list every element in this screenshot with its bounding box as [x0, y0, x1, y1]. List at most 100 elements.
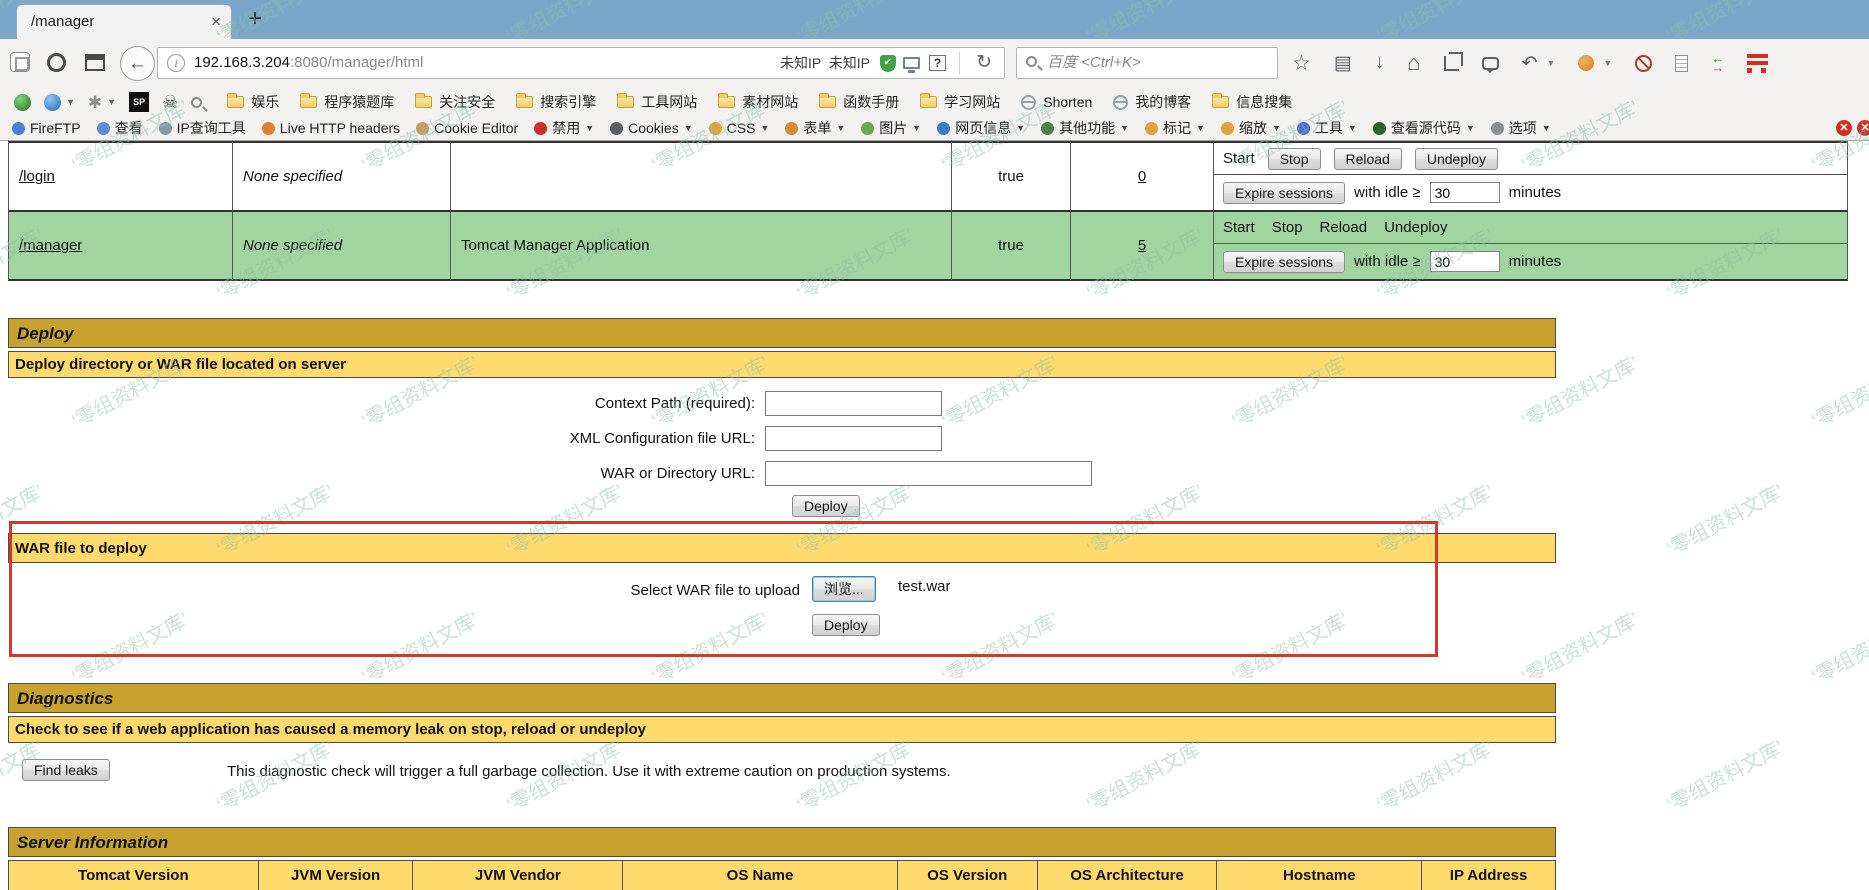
- red-menu-icon[interactable]: [1747, 54, 1768, 73]
- help-icon[interactable]: ?: [929, 55, 946, 71]
- devtool-item[interactable]: 查看源代码▼: [1373, 118, 1475, 138]
- chat-bubble-icon[interactable]: [1482, 57, 1499, 70]
- new-tab-button[interactable]: +: [248, 2, 262, 36]
- bookmark-item[interactable]: 娱乐: [227, 92, 279, 112]
- xml-config-input[interactable]: [765, 426, 942, 451]
- undo-icon[interactable]: ↶: [1522, 52, 1538, 75]
- expire-sessions-button[interactable]: Expire sessions: [1223, 251, 1345, 273]
- bookmarks-panel-icon[interactable]: ▤: [1334, 52, 1352, 75]
- bookmark-item[interactable]: 我的博客: [1113, 92, 1191, 112]
- idle-minutes-input[interactable]: [1430, 182, 1500, 203]
- search-icon: [1026, 56, 1037, 67]
- extension-icon[interactable]: [10, 52, 30, 72]
- bookmark-item[interactable]: Shorten: [1021, 94, 1092, 110]
- window-icon[interactable]: [85, 54, 105, 71]
- idle-label: with idle ≥: [1354, 253, 1421, 270]
- devtool-item[interactable]: Live HTTP headers: [262, 120, 400, 136]
- devtool-item[interactable]: 选项▼: [1491, 118, 1551, 138]
- session-restart-icon[interactable]: [47, 53, 66, 72]
- tab-close-icon[interactable]: ×: [211, 5, 221, 39]
- magnifier-icon[interactable]: [191, 97, 202, 108]
- blue-orb-icon[interactable]: [44, 94, 61, 111]
- app-version: None specified: [233, 212, 451, 281]
- toolbar-close-icon[interactable]: ✕: [1857, 120, 1869, 136]
- devtool-item[interactable]: 缩放▼: [1221, 118, 1281, 138]
- screenshot-crop-icon[interactable]: [1444, 56, 1459, 71]
- folder-icon: [516, 96, 533, 108]
- app-path-link[interactable]: /login: [19, 168, 55, 185]
- idle-minutes-input[interactable]: [1430, 251, 1500, 272]
- search-box[interactable]: [1016, 47, 1278, 79]
- firebug-caret-icon[interactable]: ▼: [1603, 58, 1612, 68]
- browser-tab[interactable]: /manager ×: [16, 4, 232, 39]
- devtool-item[interactable]: 禁用▼: [534, 118, 594, 138]
- back-button[interactable]: ←: [120, 46, 155, 81]
- reload-command: Reload: [1320, 219, 1368, 236]
- bookmark-item[interactable]: 学习网站: [920, 92, 1000, 112]
- bookmark-item[interactable]: 信息搜集: [1212, 92, 1292, 112]
- devtool-item[interactable]: IP查询工具: [159, 118, 246, 138]
- bookmark-item[interactable]: 工具网站: [617, 92, 697, 112]
- undeploy-button[interactable]: Undeploy: [1415, 148, 1498, 170]
- bookmark-label: 函数手册: [843, 92, 899, 112]
- expire-sessions-button[interactable]: Expire sessions: [1223, 182, 1345, 204]
- deploy-war-button[interactable]: Deploy: [812, 614, 880, 636]
- devtool-item[interactable]: FireFTP: [12, 120, 81, 136]
- app-sessions-link[interactable]: 0: [1138, 168, 1146, 185]
- bookmark-item[interactable]: 关注安全: [415, 92, 495, 112]
- app-path-link[interactable]: /manager: [19, 237, 82, 254]
- undo-caret-icon[interactable]: ▼: [1547, 58, 1556, 68]
- download-icon[interactable]: ↓: [1375, 52, 1385, 74]
- devtool-item[interactable]: 其他功能▼: [1041, 118, 1129, 138]
- idle-label: with idle ≥: [1354, 184, 1421, 201]
- orb-caret-icon[interactable]: ▼: [66, 97, 75, 107]
- gear-icon[interactable]: ✱: [88, 94, 102, 111]
- reload-icon[interactable]: ↻: [976, 48, 992, 78]
- url-bar[interactable]: i 192.168.3.204:8080/manager/html 未知IP 未…: [157, 47, 1005, 79]
- war-url-input[interactable]: [765, 461, 1092, 486]
- deploy-button[interactable]: Deploy: [792, 495, 860, 517]
- devtool-item[interactable]: 网页信息▼: [937, 118, 1025, 138]
- green-orb-icon[interactable]: [14, 94, 31, 111]
- browse-button[interactable]: 浏览...: [812, 576, 876, 602]
- devtool-label: Cookies: [628, 120, 679, 136]
- devtool-item[interactable]: Cookie Editor: [416, 120, 518, 136]
- toolbar-close-icon[interactable]: ✕: [1836, 120, 1852, 136]
- bookmark-item[interactable]: 程序猿题库: [300, 92, 394, 112]
- adblock-icon[interactable]: [1635, 55, 1652, 72]
- devbar-items: FireFTP 查看 IP查询工具 Live HTTP headers Cookie E…: [12, 118, 1551, 138]
- app-sessions-link[interactable]: 5: [1138, 237, 1146, 254]
- server-monitor-icon[interactable]: [903, 57, 920, 69]
- devtool-item[interactable]: 图片▼: [861, 118, 921, 138]
- devtool-item[interactable]: Cookies▼: [610, 120, 693, 136]
- tomcat-manager-page: /login None specified true 0 Start Stop …: [0, 141, 1869, 890]
- devtool-item[interactable]: CSS▼: [709, 120, 770, 136]
- notes-page-icon[interactable]: [1675, 55, 1688, 72]
- devtool-item[interactable]: 表单▼: [785, 118, 845, 138]
- bookmark-label: 我的博客: [1135, 92, 1191, 112]
- site-info-icon[interactable]: i: [167, 54, 185, 72]
- proxy-swap-icon[interactable]: ←→: [1711, 54, 1724, 72]
- gear-caret-icon[interactable]: ▼: [107, 97, 116, 107]
- find-leaks-button[interactable]: Find leaks: [22, 759, 110, 781]
- bookmark-item[interactable]: 搜索引擎: [516, 92, 596, 112]
- skull-icon[interactable]: ☠: [162, 93, 178, 111]
- bookmark-star-icon[interactable]: ☆: [1292, 51, 1311, 76]
- devtool-item[interactable]: 查看: [97, 118, 143, 138]
- bookmark-label: 信息搜集: [1236, 92, 1292, 112]
- shield-icon[interactable]: ✔: [880, 55, 896, 72]
- context-path-input[interactable]: [765, 391, 942, 416]
- section-title: Deploy: [8, 318, 1556, 348]
- sp-addon-icon[interactable]: SP: [129, 92, 149, 112]
- home-icon[interactable]: ⌂: [1407, 50, 1420, 76]
- devtool-label: Live HTTP headers: [280, 120, 400, 136]
- firebug-icon[interactable]: [1578, 55, 1594, 71]
- bookmark-item[interactable]: 函数手册: [819, 92, 899, 112]
- forms-icon: [785, 122, 798, 135]
- reload-button[interactable]: Reload: [1334, 148, 1402, 170]
- devtool-item[interactable]: 工具▼: [1297, 118, 1357, 138]
- stop-button[interactable]: Stop: [1268, 148, 1321, 170]
- devtool-item[interactable]: 标记▼: [1145, 118, 1205, 138]
- search-input[interactable]: [1047, 49, 1267, 76]
- bookmark-item[interactable]: 素材网站: [718, 92, 798, 112]
